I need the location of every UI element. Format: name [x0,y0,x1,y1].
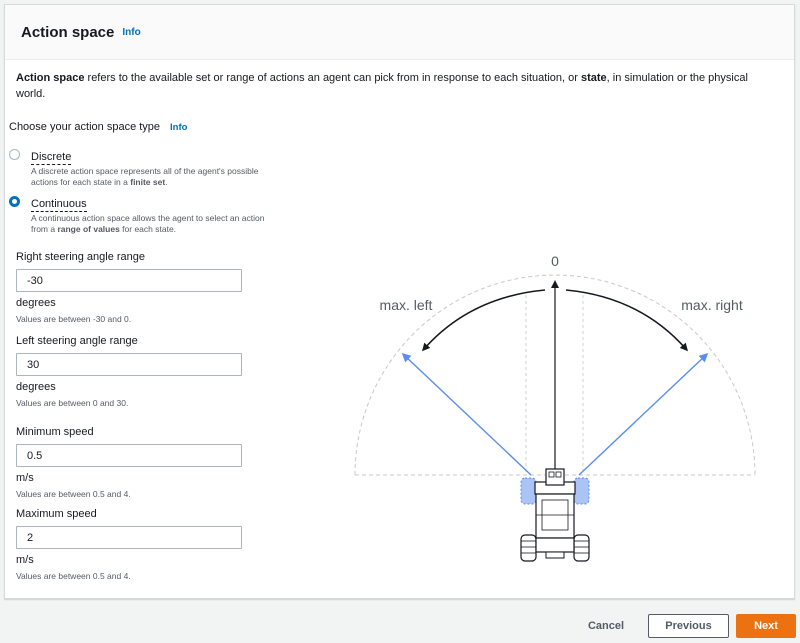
maximum-speed-unit: m/s [16,554,34,566]
right-steering-angle-input[interactable] [16,269,242,292]
max-left-label: max. left [380,297,433,313]
right-steering-arrow [578,352,709,476]
previous-button[interactable]: Previous [648,614,729,638]
max-right-label: max. right [681,297,743,313]
left-steering-angle-hint: Values are between 0 and 30. [16,398,129,408]
radio-discrete-description: A discrete action space represents all o… [31,166,259,187]
radio-discrete-circle[interactable] [9,149,20,160]
minimum-speed-input[interactable] [16,444,242,467]
left-steering-angle-unit: degrees [16,381,56,393]
description-term: Action space [16,72,85,84]
radio-discrete-label[interactable]: Discrete [31,151,72,165]
maximum-speed-label: Maximum speed [16,508,97,520]
maximum-speed-input[interactable] [16,526,242,549]
maximum-speed-field: Maximum speed m/s Values are between 0.5… [16,508,242,581]
cancel-button[interactable]: Cancel [575,614,637,638]
radio-continuous-circle[interactable] [9,196,20,207]
right-steering-angle-field: Right steering angle range degrees Value… [16,251,242,324]
action-space-description: Action space refers to the available set… [16,70,776,102]
description-text: refers to the available set or range of … [84,72,581,84]
panel-title: Action space [21,23,115,41]
left-steering-arrow [401,352,532,476]
car-icon [520,468,590,562]
radio-continuous-label[interactable]: Continuous [31,198,87,212]
right-steering-angle-unit: degrees [16,297,56,309]
right-arc-arrow [565,289,688,352]
left-steering-angle-label: Left steering angle range [16,335,138,347]
left-steering-angle-input[interactable] [16,353,242,376]
right-steering-angle-label: Right steering angle range [16,251,146,263]
radio-discrete[interactable]: Discrete A discrete action space represe… [9,147,271,188]
radio-continuous[interactable]: Continuous A continuous action space all… [9,194,271,235]
minimum-speed-field: Minimum speed m/s Values are between 0.5… [16,426,242,499]
next-button[interactable]: Next [736,614,796,638]
zero-angle-label: 0 [551,253,559,269]
minimum-speed-hint: Values are between 0.5 and 4. [16,489,131,499]
panel-header: Action space Info [5,5,794,60]
info-link[interactable]: Info [122,27,140,38]
description-state-term: state [580,72,607,84]
minimum-speed-label: Minimum speed [16,426,94,438]
minimum-speed-unit: m/s [16,472,34,484]
radio-continuous-description: A continuous action space allows the age… [31,213,265,234]
right-steering-angle-hint: Values are between -30 and 0. [16,314,132,324]
left-steering-angle-field: Left steering angle range degrees Values… [16,335,242,408]
action-space-type-text: Choose your action space type [9,121,161,133]
maximum-speed-hint: Values are between 0.5 and 4. [16,571,131,581]
action-space-type-info-link[interactable]: Info [170,122,187,133]
steering-diagram: 0 max. left max. right [354,253,756,562]
left-arc-arrow [422,289,546,352]
action-space-type-label: Choose your action space type Info [9,121,187,133]
